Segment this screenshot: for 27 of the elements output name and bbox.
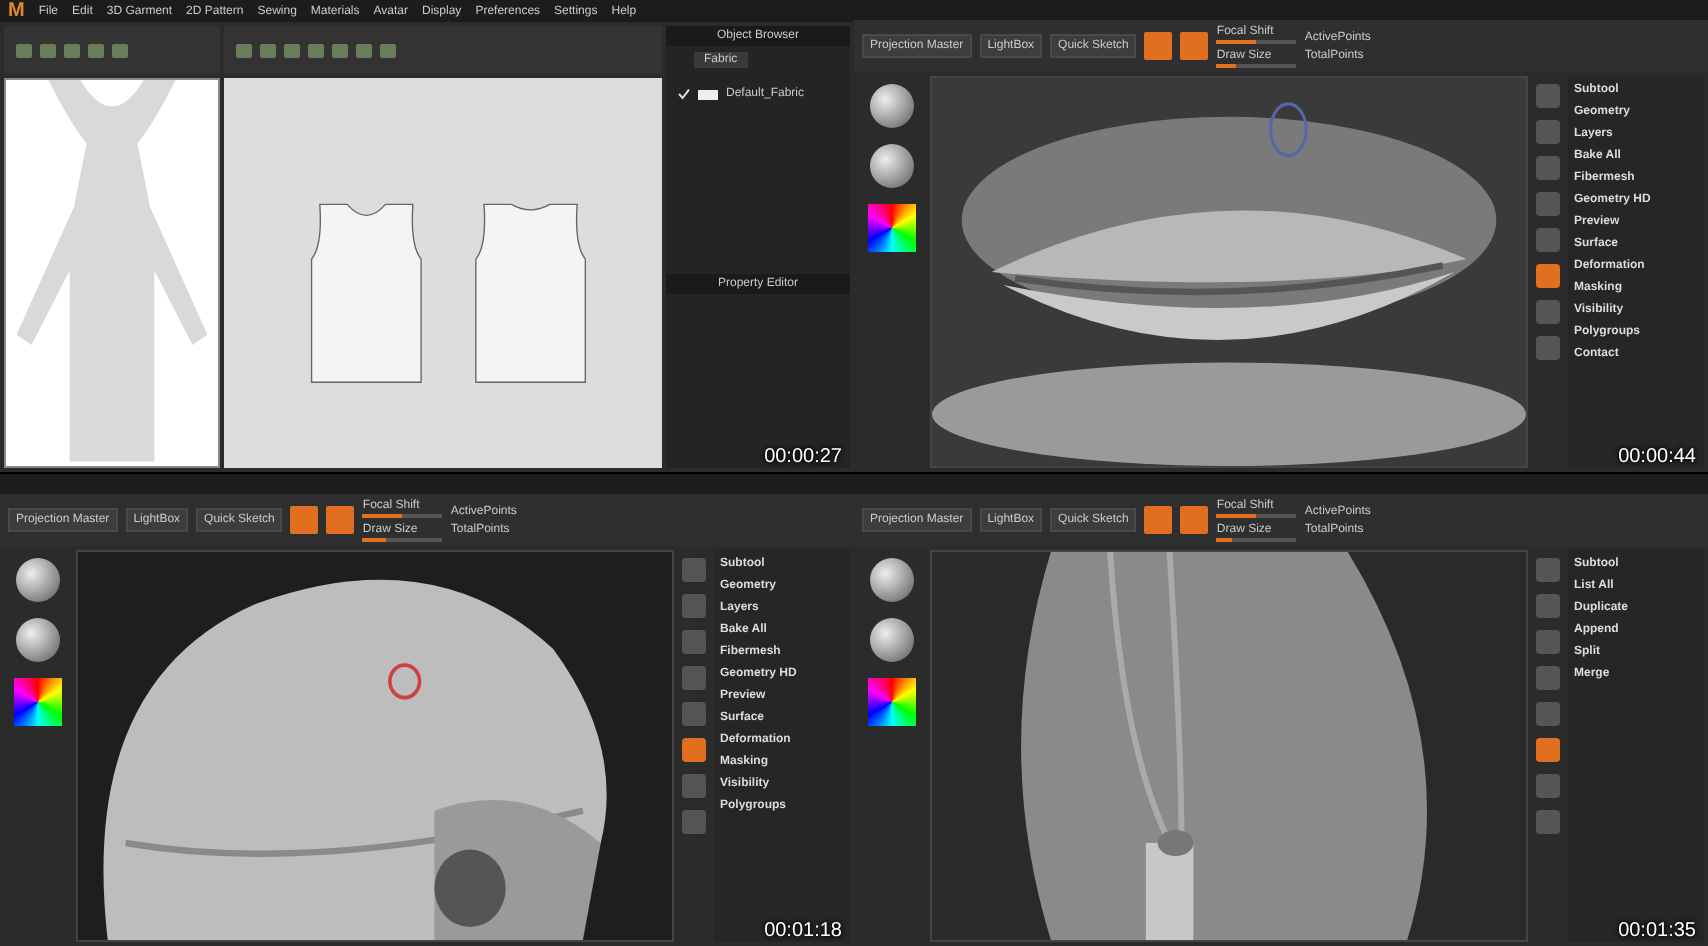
tool-icon[interactable] <box>1536 264 1560 288</box>
brush-icon[interactable] <box>16 558 60 602</box>
edit-button[interactable] <box>1144 32 1173 60</box>
color-picker[interactable] <box>868 204 916 252</box>
draw-button[interactable] <box>1180 32 1209 60</box>
material-icon[interactable] <box>870 144 914 188</box>
pattern-piece[interactable] <box>310 204 422 384</box>
fabric-swatch <box>698 89 718 100</box>
brush-icon[interactable] <box>870 558 914 602</box>
material-icon[interactable] <box>16 618 60 662</box>
timestamp: 00:01:35 <box>1618 920 1696 942</box>
timestamp: 00:01:18 <box>764 920 842 942</box>
tool-icon[interactable] <box>1536 738 1560 762</box>
edit-button[interactable] <box>1144 506 1173 534</box>
color-picker[interactable] <box>868 678 916 726</box>
material-icon[interactable] <box>870 618 914 662</box>
app-logo[interactable]: M <box>8 0 25 23</box>
timestamp: 00:00:27 <box>764 446 842 468</box>
draw-button[interactable] <box>326 506 355 534</box>
edit-button[interactable] <box>290 506 319 534</box>
color-picker[interactable] <box>14 678 62 726</box>
check-icon[interactable] <box>678 88 690 101</box>
pattern-piece[interactable] <box>475 204 587 384</box>
tool-icon[interactable] <box>682 738 706 762</box>
draw-button[interactable] <box>1180 506 1209 534</box>
timestamp: 00:00:44 <box>1618 446 1696 468</box>
brush-icon[interactable] <box>870 84 914 128</box>
